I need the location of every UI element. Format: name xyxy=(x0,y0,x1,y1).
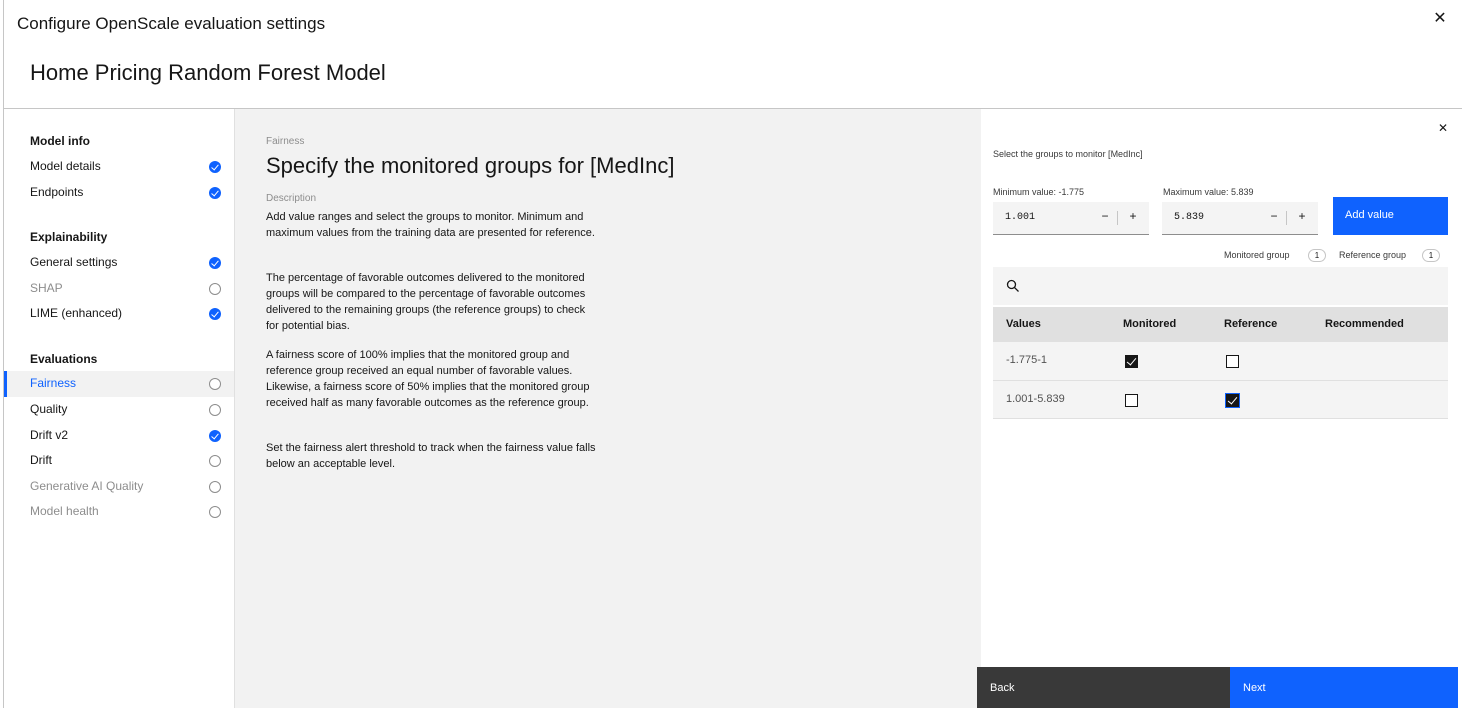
min-value-text[interactable]: 1.001 xyxy=(1005,212,1035,223)
increment-button[interactable]: + xyxy=(1294,209,1310,227)
sidebar-item-endpoints[interactable]: Endpoints xyxy=(4,180,234,206)
back-button[interactable]: Back xyxy=(977,667,1230,708)
modal-title: Configure OpenScale evaluation settings xyxy=(17,14,326,33)
column-header-recommended: Recommended xyxy=(1325,318,1404,330)
next-button[interactable]: Next xyxy=(1230,667,1458,708)
sidebar-item-drift[interactable]: Drift xyxy=(4,448,234,474)
check-circle-icon xyxy=(209,308,221,320)
reference-group-label: Reference group xyxy=(1339,250,1407,260)
page-title: Specify the monitored groups for [MedInc… xyxy=(266,153,675,178)
sidebar-item-model-health: Model health xyxy=(4,499,234,525)
increment-button[interactable]: + xyxy=(1125,209,1141,227)
min-value-label: Minimum value: -1.775 xyxy=(993,187,1085,197)
model-name: Home Pricing Random Forest Model xyxy=(30,60,386,85)
empty-circle-icon xyxy=(209,506,221,518)
configure-modal: Configure OpenScale evaluation settings … xyxy=(3,0,1462,708)
description-paragraph: Add value ranges and select the groups t… xyxy=(266,211,595,239)
sidebar-item-quality[interactable]: Quality xyxy=(4,397,234,423)
table-header: Values Monitored Reference Recommended xyxy=(993,307,1448,342)
monitored-group-label: Monitored group xyxy=(1224,250,1290,260)
decrement-button[interactable]: − xyxy=(1266,209,1282,227)
sidebar-item-label: Quality xyxy=(30,402,68,416)
max-value-label: Maximum value: 5.839 xyxy=(1163,187,1254,197)
sidebar-item-shap: SHAP xyxy=(4,276,234,302)
row-value: 1.001-5.839 xyxy=(1006,393,1065,405)
min-value-input[interactable]: 1.001 − + xyxy=(993,202,1149,235)
sidebar-heading-explainability: Explainability xyxy=(30,230,108,244)
main-content: Fairness Specify the monitored groups fo… xyxy=(235,109,981,708)
sidebar-item-label: General settings xyxy=(30,255,118,269)
description-label: Description xyxy=(266,193,317,204)
empty-circle-icon xyxy=(209,283,221,295)
search-icon xyxy=(1006,279,1019,292)
check-circle-icon xyxy=(209,187,221,199)
sidebar-item-label: SHAP xyxy=(30,281,63,295)
check-circle-icon xyxy=(209,257,221,269)
sidebar-item-label: Model health xyxy=(30,504,99,518)
sidebar-item-label: Fairness xyxy=(30,376,77,390)
sidebar-nav: Model info Model details Endpoints Expla… xyxy=(4,109,235,708)
add-value-button[interactable]: Add value xyxy=(1333,197,1448,235)
empty-circle-icon xyxy=(209,404,221,416)
reference-checkbox[interactable] xyxy=(1225,393,1240,408)
description-paragraph: Set the fairness alert threshold to trac… xyxy=(266,442,596,470)
max-value-text[interactable]: 5.839 xyxy=(1174,212,1204,223)
reference-group-count: 1 xyxy=(1422,249,1440,262)
sidebar-item-label: Drift xyxy=(30,453,52,467)
column-header-reference: Reference xyxy=(1224,318,1278,330)
description-paragraph: The percentage of favorable outcomes del… xyxy=(266,272,586,332)
decrement-button[interactable]: − xyxy=(1097,209,1113,227)
check-circle-icon xyxy=(209,161,221,173)
sidebar-item-fairness[interactable]: Fairness xyxy=(4,371,234,397)
table-row: 1.001-5.839 xyxy=(993,381,1448,419)
close-icon[interactable]: ✕ xyxy=(1431,10,1449,28)
column-header-monitored: Monitored xyxy=(1123,318,1177,330)
sidebar-item-label: Model details xyxy=(30,159,101,173)
sidebar-item-label: Endpoints xyxy=(30,185,84,199)
empty-circle-icon xyxy=(209,455,221,467)
sidebar-heading-model-info: Model info xyxy=(30,134,90,148)
panel-caption: Select the groups to monitor [MedInc] xyxy=(993,149,1143,159)
section-eyebrow: Fairness xyxy=(266,136,305,147)
sidebar-item-model-details[interactable]: Model details xyxy=(4,154,234,180)
sidebar-heading-evaluations: Evaluations xyxy=(30,352,98,366)
search-input[interactable] xyxy=(993,267,1448,305)
empty-circle-icon xyxy=(209,378,221,390)
description-paragraph: A fairness score of 100% implies that th… xyxy=(266,349,590,409)
stepper-divider xyxy=(1286,211,1287,225)
group-selection-panel: ✕ Select the groups to monitor [MedInc] … xyxy=(981,109,1462,708)
max-value-input[interactable]: 5.839 − + xyxy=(1162,202,1318,235)
empty-circle-icon xyxy=(209,481,221,493)
check-circle-icon xyxy=(209,430,221,442)
sidebar-item-label: Generative AI Quality xyxy=(30,479,144,493)
row-value: -1.775-1 xyxy=(1006,354,1047,366)
close-icon[interactable]: ✕ xyxy=(1438,121,1448,135)
monitored-checkbox[interactable] xyxy=(1125,394,1138,407)
reference-checkbox[interactable] xyxy=(1226,355,1239,368)
sidebar-item-lime-enhanced[interactable]: LIME (enhanced) xyxy=(4,301,234,327)
stepper-divider xyxy=(1117,211,1118,225)
table-row: -1.775-1 xyxy=(993,342,1448,381)
monitored-checkbox[interactable] xyxy=(1125,355,1138,368)
sidebar-item-label: LIME (enhanced) xyxy=(30,306,123,320)
sidebar-item-general-settings[interactable]: General settings xyxy=(4,250,234,276)
monitored-group-count: 1 xyxy=(1308,249,1326,262)
sidebar-item-label: Drift v2 xyxy=(30,428,69,442)
column-header-values: Values xyxy=(1006,318,1041,330)
sidebar-item-generative-ai-quality: Generative AI Quality xyxy=(4,474,234,500)
sidebar-item-drift-v2[interactable]: Drift v2 xyxy=(4,423,234,449)
